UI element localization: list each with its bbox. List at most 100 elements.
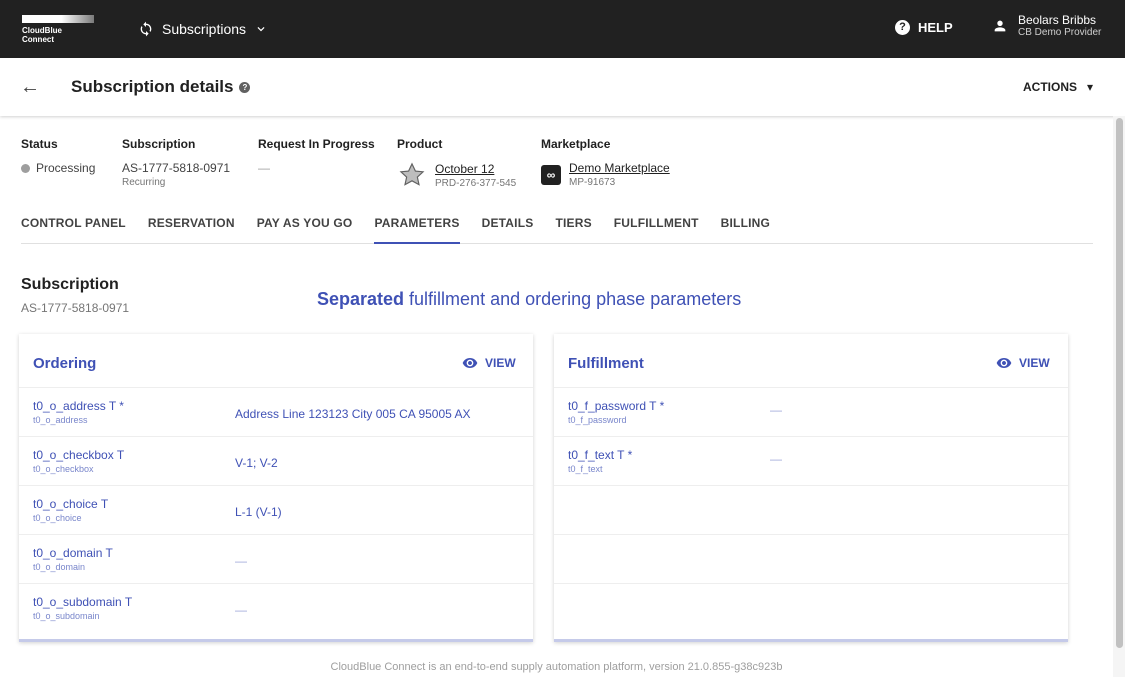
user-organization: CB Demo Provider: [1018, 27, 1102, 38]
tab-bar: CONTROL PANEL RESERVATION PAY AS YOU GO …: [21, 207, 1093, 244]
marketplace-label: Marketplace: [541, 137, 611, 151]
parameter-row: t0_o_checkbox T t0_o_checkbox V-1; V-2: [19, 437, 533, 486]
product-summary: Product October 12 PRD-276-377-545: [397, 137, 516, 189]
section-title: Subscription: [21, 276, 119, 293]
parameter-id: t0_f_password: [568, 415, 627, 425]
annotation-banner: Separated fulfillment and ordering phase…: [317, 289, 741, 310]
parameter-row: t0_o_subdomain T t0_o_subdomain —: [19, 584, 533, 633]
parameter-row: t0_f_password T * t0_f_password —: [554, 388, 1068, 437]
help-icon: ?: [895, 20, 910, 35]
eye-icon: [462, 358, 478, 368]
marketplace-link[interactable]: Demo Marketplace: [569, 161, 670, 175]
actions-label: ACTIONS: [1023, 80, 1077, 94]
parameter-name: t0_o_checkbox T: [33, 448, 125, 462]
product-label: Product: [397, 137, 443, 151]
tab-parameters[interactable]: PARAMETERS: [374, 207, 460, 244]
parameter-name: t0_o_subdomain T: [33, 595, 133, 609]
parameter-value: —: [770, 403, 782, 417]
section-subscription-id: AS-1777-5818-0971: [21, 301, 130, 315]
page-title-text: Subscription details: [71, 77, 234, 96]
user-name: Beolars Bribbs: [1018, 13, 1097, 27]
page-header: ← Subscription details ? ACTIONS ▾: [0, 58, 1125, 116]
fulfillment-card-header: Fulfillment VIEW: [554, 334, 1068, 388]
status-value: Processing: [21, 161, 95, 175]
status-label: Status: [21, 137, 58, 151]
parameter-value: —: [770, 452, 782, 466]
banner-text: fulfillment and ordering phase parameter…: [404, 289, 742, 309]
tab-reservation[interactable]: RESERVATION: [148, 207, 235, 244]
subscription-summary: Subscription AS-1777-5818-0971 Recurring: [122, 137, 230, 188]
subscription-id: AS-1777-5818-0971: [122, 161, 231, 175]
card-bottom-border: [19, 639, 533, 642]
parameter-id: t0_o_checkbox: [33, 464, 94, 474]
logo-mark: [22, 15, 94, 23]
app-switcher[interactable]: Subscriptions: [138, 17, 268, 41]
dropdown-arrow-icon: ▾: [1087, 80, 1094, 94]
status-text: Processing: [36, 161, 96, 175]
ordering-card-header: Ordering VIEW: [19, 334, 533, 388]
help-icon[interactable]: ?: [239, 81, 251, 93]
parameter-value: —: [235, 554, 247, 568]
scrollbar-thumb[interactable]: [1116, 118, 1123, 648]
parameter-id: t0_o_subdomain: [33, 611, 100, 621]
parameter-id: t0_o_address: [33, 415, 88, 425]
marketplace-summary: Marketplace ∞ Demo Marketplace MP-91673: [541, 137, 670, 188]
parameter-value: Address Line 123123 City 005 CA 95005 AX: [235, 407, 471, 421]
empty-row: [554, 535, 1068, 584]
tab-billing[interactable]: BILLING: [721, 207, 770, 244]
tab-tiers[interactable]: TIERS: [555, 207, 591, 244]
ordering-card: Ordering VIEW t0_o_address T * t0_o_addr…: [19, 334, 533, 642]
parameter-name: t0_f_password T *: [568, 399, 665, 413]
parameter-name: t0_o_choice T: [33, 497, 109, 511]
parameter-value: V-1; V-2: [235, 456, 278, 470]
empty-row: [554, 486, 1068, 535]
app-switcher-label: Subscriptions: [162, 21, 247, 37]
marketplace-id: MP-91673: [569, 177, 616, 188]
product-star-icon: [399, 162, 425, 186]
product-id: PRD-276-377-545: [435, 177, 517, 189]
parameter-name: t0_o_domain T: [33, 546, 113, 560]
view-label: VIEW: [485, 356, 516, 370]
person-icon: [994, 20, 1006, 32]
parameter-value: —: [235, 603, 247, 617]
tab-pay-as-you-go[interactable]: PAY AS YOU GO: [257, 207, 353, 244]
page-title: Subscription details ?: [71, 77, 251, 97]
product-link[interactable]: October 12: [435, 162, 516, 176]
parameter-id: t0_o_domain: [33, 562, 86, 572]
request-label: Request In Progress: [258, 137, 375, 151]
chevron-down-icon: [257, 27, 265, 32]
parameter-row: t0_o_choice T t0_o_choice L-1 (V-1): [19, 486, 533, 535]
fulfillment-view-button[interactable]: VIEW: [996, 355, 1050, 371]
actions-button[interactable]: ACTIONS ▾: [1023, 80, 1093, 94]
fulfillment-card: Fulfillment VIEW t0_f_password T * t0_f_…: [554, 334, 1068, 642]
parameter-row: t0_o_domain T t0_o_domain —: [19, 535, 533, 584]
tab-control-panel[interactable]: CONTROL PANEL: [21, 207, 126, 244]
status-summary: Status Processing: [21, 137, 95, 175]
parameter-name: t0_o_address T *: [33, 399, 124, 413]
logo-line-2: Connect: [22, 35, 54, 44]
parameter-row: t0_f_text T * t0_f_text —: [554, 437, 1068, 486]
parameter-name: t0_f_text T *: [568, 448, 633, 462]
subscription-label: Subscription: [122, 137, 196, 151]
fulfillment-title: Fulfillment: [568, 355, 644, 372]
footer-text: CloudBlue Connect is an end-to-end suppl…: [330, 661, 783, 673]
banner-bold-text: Separated: [317, 289, 405, 309]
view-label: VIEW: [1019, 356, 1050, 370]
user-menu[interactable]: Beolars Bribbs CB Demo Provider: [992, 13, 1101, 39]
tab-details[interactable]: DETAILS: [482, 207, 534, 244]
request-value: —: [258, 161, 270, 175]
ordering-view-button[interactable]: VIEW: [462, 355, 516, 371]
subscription-type: Recurring: [122, 177, 166, 188]
help-button[interactable]: ? HELP: [895, 20, 953, 35]
top-bar: CloudBlue Connect Subscriptions ? HELP B…: [0, 0, 1125, 58]
parameter-value: L-1 (V-1): [235, 505, 282, 519]
parameter-row: t0_o_address T * t0_o_address Address Li…: [19, 388, 533, 437]
marketplace-infinity-icon: ∞: [541, 164, 561, 185]
cloudblue-logo[interactable]: CloudBlue Connect: [22, 15, 94, 45]
ordering-title: Ordering: [33, 355, 97, 372]
request-summary: Request In Progress —: [258, 137, 375, 175]
empty-row: [554, 584, 1068, 633]
tab-fulfillment[interactable]: FULFILLMENT: [614, 207, 699, 244]
back-arrow-icon[interactable]: ←: [20, 77, 40, 97]
logo-line-1: CloudBlue: [22, 26, 62, 35]
